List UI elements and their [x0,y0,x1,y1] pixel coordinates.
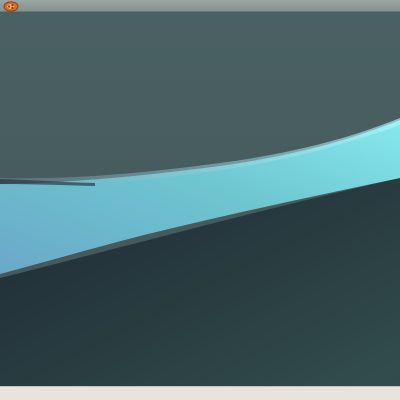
app-menu-button[interactable] [2,0,20,12]
top-panel [0,0,400,12]
desktop-wallpaper [0,12,400,386]
ubuntu-circle-of-friends-icon [3,0,19,12]
bottom-panel [0,386,400,400]
screen [0,0,400,400]
